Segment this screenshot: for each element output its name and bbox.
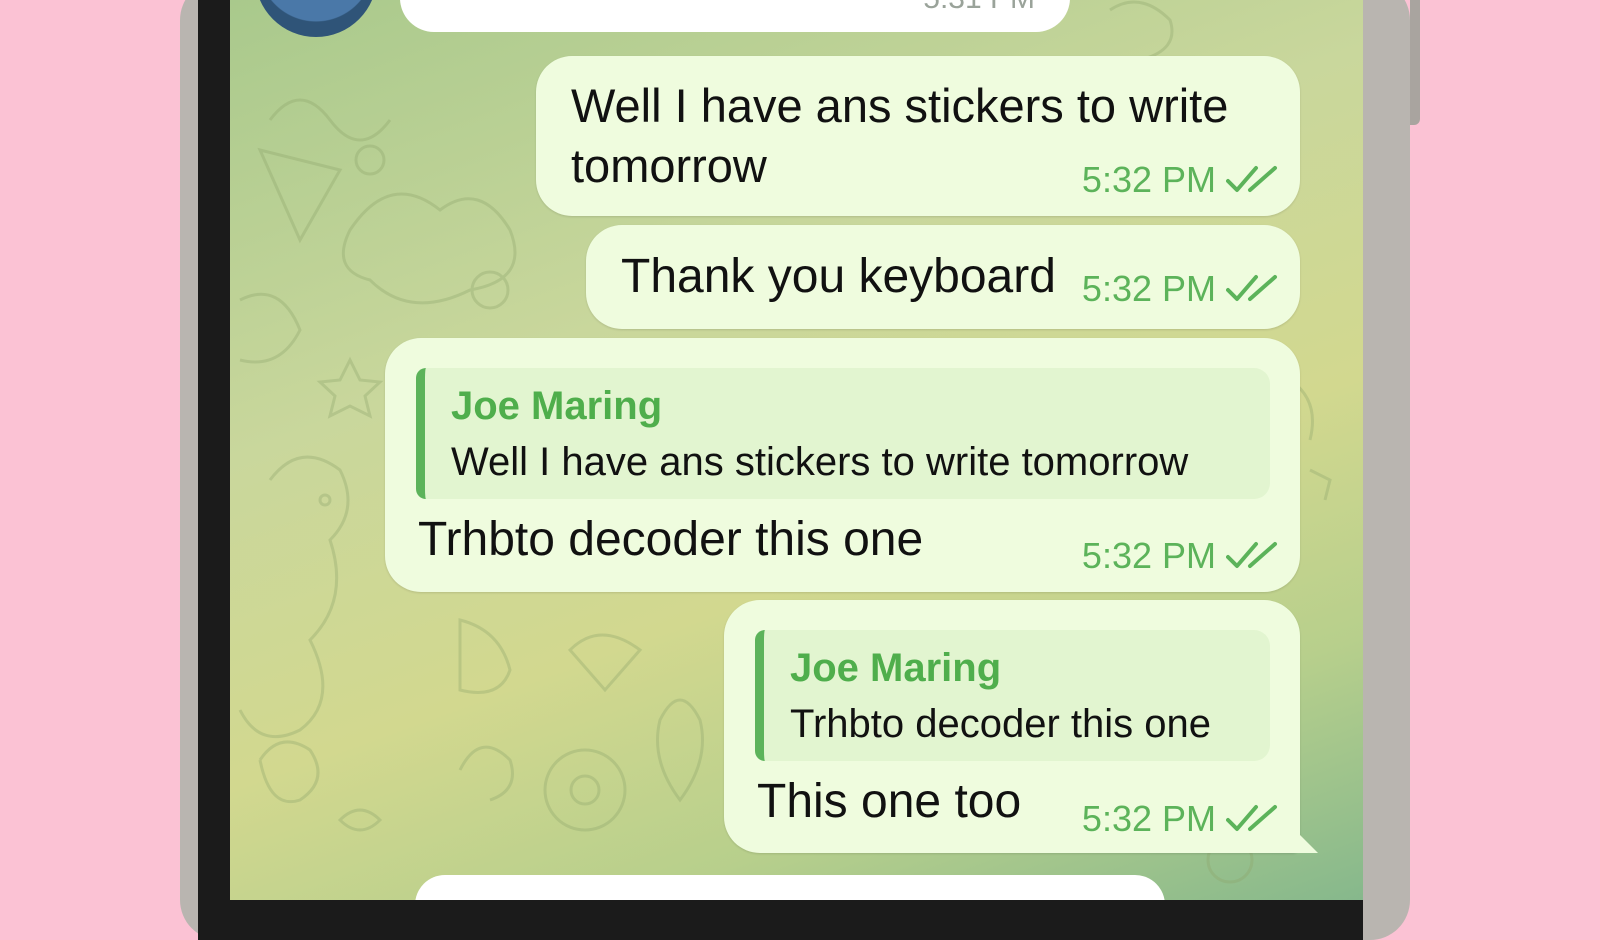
message-time: 5:32 PM xyxy=(1081,535,1216,576)
outgoing-message[interactable]: Well I have ans stickers to write tomorr… xyxy=(536,56,1300,216)
phone-side-button xyxy=(1410,0,1420,125)
message-time: 5:32 PM xyxy=(1081,798,1216,839)
reply-snippet: Well I have ans stickers to write tomorr… xyxy=(451,440,1189,484)
reply-quote[interactable]: Joe Maring Well I have ans stickers to w… xyxy=(416,368,1270,499)
message-meta: 5:32 PM xyxy=(1082,536,1280,576)
message-text: This one too xyxy=(757,775,1022,828)
previous-incoming-message[interactable]: 5:31 PM xyxy=(400,0,1070,32)
reply-quote[interactable]: Joe Maring Trhbto decoder this one xyxy=(755,630,1270,761)
double-check-icon xyxy=(1226,542,1277,568)
message-text: Trhbto decoder this one xyxy=(418,513,924,566)
double-check-icon xyxy=(1226,805,1277,831)
chat-screen[interactable]: 5:31 PM Well I have ans stickers to writ… xyxy=(230,0,1363,900)
message-meta: 5:32 PM xyxy=(1082,160,1280,200)
reply-snippet: Trhbto decoder this one xyxy=(790,702,1211,746)
message-time: 5:31 PM xyxy=(923,0,1035,16)
reply-author: Joe Maring xyxy=(451,384,663,428)
message-meta: 5:32 PM xyxy=(1082,269,1280,309)
reply-author: Joe Maring xyxy=(790,646,1002,690)
next-message[interactable] xyxy=(415,875,1165,900)
message-text: Thank you keyboard xyxy=(621,250,1056,303)
message-time: 5:32 PM xyxy=(1081,268,1216,309)
message-time: 5:32 PM xyxy=(1081,159,1216,200)
double-check-icon xyxy=(1226,166,1277,192)
outgoing-reply-message[interactable]: Joe Maring Well I have ans stickers to w… xyxy=(385,338,1300,592)
outgoing-reply-message[interactable]: Joe Maring Trhbto decoder this one This … xyxy=(724,600,1300,853)
double-check-icon xyxy=(1226,275,1277,301)
message-meta: 5:32 PM xyxy=(1082,799,1280,839)
outgoing-message[interactable]: Thank you keyboard 5:32 PM xyxy=(586,225,1300,329)
